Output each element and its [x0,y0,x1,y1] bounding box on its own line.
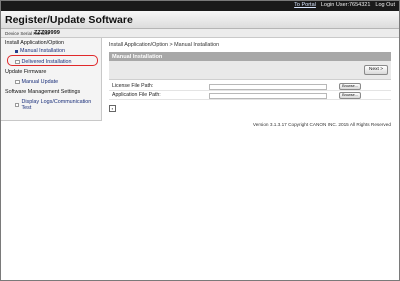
to-portal-link[interactable]: To Portal [294,2,316,8]
bullet-icon [15,79,20,85]
top-links: To Portal Login User:7654321 Log Out [294,2,395,8]
sidebar-item-label: Manual Update [21,79,59,85]
bullet-icon [15,49,18,53]
action-panel: Next > [109,61,391,80]
application-file-row: Application File Path: Browse... [109,91,391,100]
sidebar-item-manual-update[interactable]: Manual Update [15,79,58,85]
serial-bar: Device Serial Number ZZZ99999 [1,29,399,38]
license-browse-button[interactable]: Browse... [339,82,361,90]
page-title: Register/Update Software [5,14,133,26]
sidebar: Install Application/Option Manual Instal… [1,38,102,121]
sidebar-section-install: Install Application/Option [5,40,65,46]
logout-link[interactable]: Log Out [375,2,395,8]
application-file-label: Application File Path: [112,92,161,98]
sidebar-section-firmware: Update Firmware [5,69,47,75]
application-browse-button[interactable]: Browse... [339,91,361,99]
license-file-input[interactable] [209,84,327,90]
header: Register/Update Software [1,11,399,29]
license-file-label: License File Path: [112,83,154,89]
application-file-input[interactable] [209,93,327,99]
sidebar-item-label: Manual Installation [20,48,65,54]
sidebar-item-display-logs[interactable]: Display Logs/Communication Test [15,99,101,111]
footer-copyright: Version 3.1.3.17 Copyright CANON INC. 20… [252,122,391,127]
panel-title: Manual Installation [112,53,163,60]
login-user-text: Login User:7654321 [320,2,371,8]
sidebar-section-settings: Software Management Settings [5,89,81,95]
license-file-row: License File Path: Browse... [109,82,391,91]
app-window: To Portal Login User:7654321 Log Out Reg… [0,0,400,281]
top-bar: To Portal Login User:7654321 Log Out [1,1,399,11]
bullet-icon [15,102,20,108]
serial-value: ZZZ99999 [34,29,60,36]
breadcrumb: Install Application/Option > Manual Inst… [109,42,220,48]
panel-header: Manual Installation [109,52,391,61]
next-button[interactable]: Next > [364,65,388,75]
highlight-ring [7,55,98,66]
sidebar-item-manual-installation[interactable]: Manual Installation [15,48,65,54]
sidebar-item-label: Display Logs/Communication Test [21,99,92,111]
upload-icon[interactable]: ▪ [109,105,116,112]
